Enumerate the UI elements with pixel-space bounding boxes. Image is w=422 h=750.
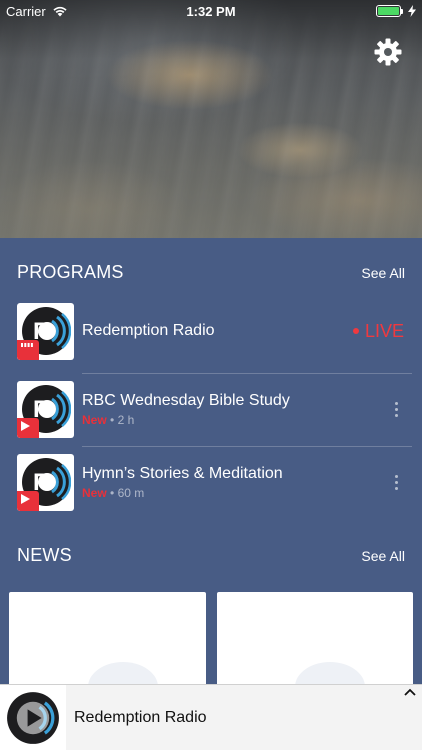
live-badge-icon — [17, 339, 39, 360]
program-thumbnail: R — [17, 454, 74, 511]
program-meta: New • 2 h — [82, 413, 135, 427]
wifi-icon — [53, 6, 67, 17]
battery-icon — [376, 5, 403, 17]
mini-player-thumbnail — [0, 684, 66, 750]
carrier-label: Carrier — [6, 3, 46, 19]
header-image — [0, 0, 422, 238]
chevron-up-icon[interactable] — [404, 687, 416, 697]
new-label: New — [82, 486, 107, 500]
redemption-logo-icon — [7, 691, 59, 744]
new-label: New — [82, 413, 107, 427]
program-duration: 60 m — [117, 486, 145, 500]
program-title: Redemption Radio — [82, 322, 215, 339]
more-options-icon[interactable] — [386, 402, 406, 417]
play-icon — [17, 491, 39, 511]
status-bar: Carrier 1:32 PM — [0, 0, 422, 22]
more-options-icon[interactable] — [386, 475, 406, 490]
programs-see-all-button[interactable]: See All — [361, 265, 405, 281]
news-see-all-button[interactable]: See All — [361, 548, 405, 564]
live-indicator: LIVE — [352, 320, 404, 342]
program-thumbnail: R — [17, 381, 74, 438]
program-row[interactable]: R Hymn’s Stories & Meditation New • 60 m — [17, 446, 412, 519]
program-row[interactable]: R Redemption Radio LIVE — [17, 300, 412, 362]
program-meta: New • 60 m — [82, 486, 145, 500]
charging-bolt-icon — [408, 5, 416, 17]
programs-header: PROGRAMS See All — [17, 262, 405, 283]
program-row[interactable]: R RBC Wednesday Bible Study New • 2 h — [17, 373, 412, 446]
live-label: LIVE — [364, 320, 404, 341]
program-title: Hymn’s Stories & Meditation — [82, 465, 283, 482]
news-card[interactable] — [216, 592, 413, 687]
mini-player-title: Redemption Radio — [74, 708, 207, 726]
live-dot-icon — [352, 328, 359, 334]
gear-icon[interactable] — [374, 38, 402, 66]
row-divider — [82, 446, 412, 447]
news-cards — [9, 592, 413, 687]
programs-list: R Redemption Radio LIVE R RBC Wednesday … — [17, 302, 412, 519]
program-duration: 2 h — [117, 413, 135, 427]
mini-player[interactable]: Redemption Radio — [0, 684, 422, 750]
news-title: NEWS — [17, 545, 72, 565]
news-card[interactable] — [9, 592, 206, 687]
play-icon — [17, 418, 39, 438]
program-thumbnail: R — [17, 302, 74, 360]
programs-title: PROGRAMS — [17, 262, 124, 282]
news-header: NEWS See All — [17, 545, 405, 566]
program-title: RBC Wednesday Bible Study — [82, 392, 290, 409]
row-divider — [82, 373, 412, 374]
